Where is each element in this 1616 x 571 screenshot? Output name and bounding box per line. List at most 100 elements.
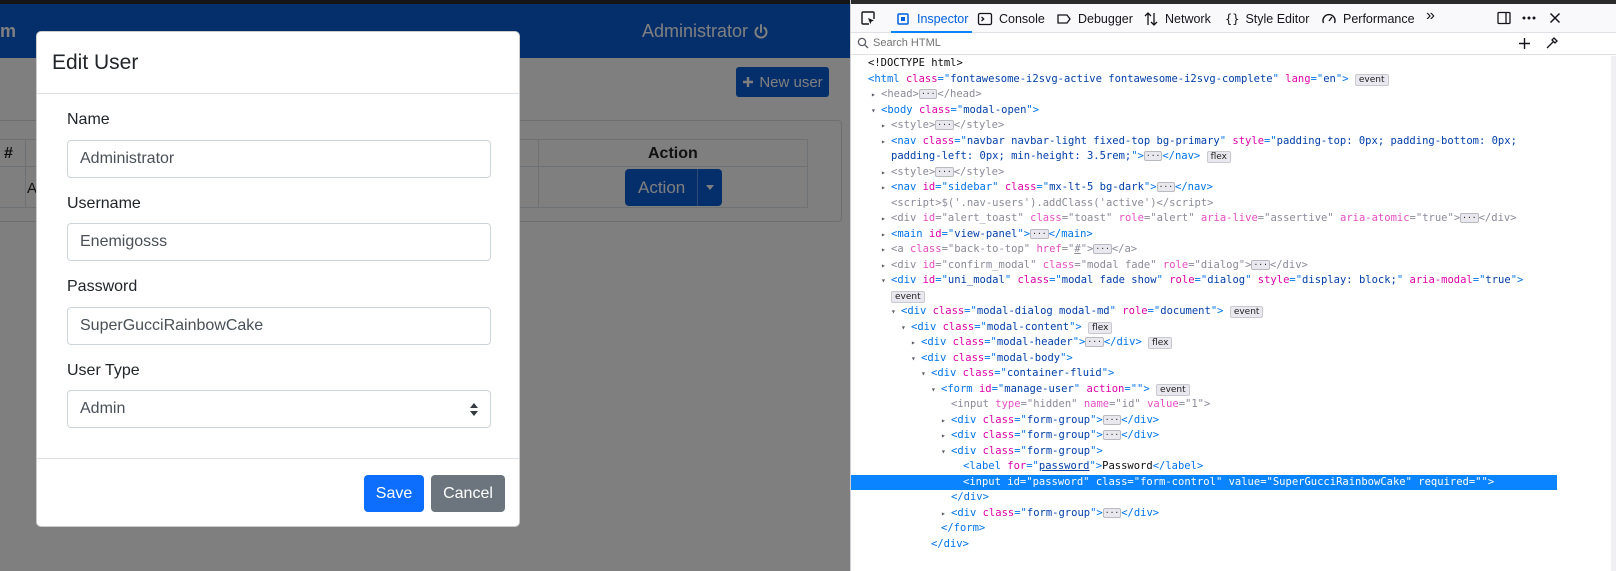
tree-node-style[interactable]: ▸ <style> ··· </style> bbox=[851, 118, 1557, 134]
tree-node-nav[interactable]: ▸ <nav class="navbar navbar-light fixed-t… bbox=[851, 134, 1557, 150]
collapsed-content-icon[interactable]: ··· bbox=[918, 89, 938, 99]
dock-toggle-icon[interactable] bbox=[1496, 10, 1512, 26]
tab-inspector[interactable]: Inspector bbox=[891, 4, 973, 33]
tree-node-body[interactable]: ▾ <body class="modal-open"> bbox=[851, 103, 1557, 119]
collapsed-content-icon[interactable]: ··· bbox=[935, 120, 954, 130]
html-search-bar[interactable]: Search HTML bbox=[851, 33, 1616, 55]
user-type-select[interactable]: Admin bbox=[67, 390, 491, 428]
collapsed-content-icon[interactable]: ··· bbox=[1251, 259, 1270, 270]
expand-arrow-icon[interactable]: ▸ bbox=[941, 413, 951, 428]
tree-node-doctype[interactable]: <!DOCTYPE html> bbox=[851, 56, 1557, 72]
collapse-arrow-icon[interactable]: ▾ bbox=[931, 382, 941, 397]
collapse-arrow-icon[interactable]: ▾ bbox=[901, 320, 911, 335]
tree-node-uni-modal[interactable]: ▾ <div id="uni_modal" class="modal fade s… bbox=[851, 273, 1557, 289]
tree-node-modal-body[interactable]: ▾ <div class="modal-body"> bbox=[851, 351, 1557, 367]
more-tabs-icon[interactable]: » bbox=[1426, 8, 1442, 25]
tree-node-close-form[interactable]: </form> bbox=[851, 521, 1557, 537]
password-label: Password bbox=[67, 278, 138, 295]
collapse-arrow-icon[interactable]: ▾ bbox=[941, 444, 951, 459]
collapse-arrow-icon[interactable]: ▾ bbox=[891, 304, 901, 319]
label-text: Password bbox=[1102, 460, 1153, 472]
tree-node-confirm-modal[interactable]: ▸ <div id="confirm_modal" class="modal fa… bbox=[851, 258, 1557, 274]
tab-network[interactable]: Network bbox=[1143, 4, 1211, 33]
tree-node-form-group[interactable]: ▸ <div class="form-group"> ··· </div> bbox=[851, 428, 1557, 444]
collapsed-content-icon[interactable]: ··· bbox=[1143, 151, 1163, 161]
collapsed-content-icon[interactable]: ··· bbox=[1085, 337, 1104, 347]
tab-performance[interactable]: Performance bbox=[1321, 4, 1415, 33]
collapse-arrow-icon[interactable]: ▾ bbox=[921, 366, 931, 381]
attr-value: true bbox=[1422, 212, 1448, 224]
name-input[interactable]: Administrator bbox=[67, 140, 491, 178]
save-label: Save bbox=[375, 484, 413, 502]
collapse-arrow-icon[interactable]: ▾ bbox=[911, 351, 921, 366]
collapsed-content-icon[interactable]: ··· bbox=[1102, 414, 1122, 425]
tree-node-html[interactable]: <html class="fontawesome-i2svg-active fo… bbox=[851, 72, 1557, 88]
flex-badge[interactable]: flex bbox=[1148, 337, 1173, 349]
event-badge[interactable]: event bbox=[1354, 73, 1389, 86]
tree-node-container[interactable]: ▾ <div class="container-fluid"> bbox=[851, 366, 1557, 382]
tree-node-form-group[interactable]: ▸ <div class="form-group"> ··· </div> bbox=[851, 413, 1557, 429]
eyedropper-icon[interactable] bbox=[1545, 36, 1559, 50]
tree-node-label[interactable]: <label for="password">Password</label> bbox=[851, 459, 1557, 475]
options-menu-icon[interactable] bbox=[1521, 10, 1537, 26]
tree-node-close-div[interactable]: </div> bbox=[851, 537, 1557, 553]
attr-value: confirm_modal bbox=[947, 258, 1031, 271]
tree-node-script[interactable]: <script>$('.nav-users').addClass('active… bbox=[851, 196, 1557, 212]
flex-badge[interactable]: flex bbox=[1206, 151, 1231, 163]
tree-node-back-to-top[interactable]: ▸ <a class="back-to-top" href="#"> ··· </a> bbox=[851, 242, 1557, 258]
username-input[interactable]: Enemigosss bbox=[67, 223, 491, 261]
doctype-text: <!DOCTYPE html> bbox=[868, 57, 963, 69]
tree-node-hidden-input[interactable]: <input type="hidden" name="id" value="1"… bbox=[851, 397, 1557, 413]
tree-node-modal-header[interactable]: ▸ <div class="modal-header"> ··· </div> fle… bbox=[851, 335, 1557, 351]
collapsed-content-icon[interactable]: ··· bbox=[935, 166, 954, 177]
tab-style-editor[interactable]: {} Style Editor bbox=[1225, 4, 1309, 33]
add-node-icon[interactable] bbox=[1518, 37, 1531, 50]
expand-arrow-icon[interactable]: ▸ bbox=[881, 180, 891, 195]
tree-scrollbar[interactable] bbox=[1611, 56, 1616, 571]
tree-node-style[interactable]: ▸ <style> ··· </style> bbox=[851, 165, 1557, 181]
expand-arrow-icon[interactable]: ▸ bbox=[881, 227, 891, 242]
tree-node-modal-content[interactable]: ▾ <div class="modal-content"> flex bbox=[851, 320, 1557, 336]
save-button[interactable]: Save bbox=[364, 475, 424, 512]
tree-node-form-group[interactable]: ▸ <div class="form-group"> ··· </div> bbox=[851, 506, 1557, 522]
expand-arrow-icon[interactable]: ▸ bbox=[881, 134, 891, 149]
tree-node-modal-dialog[interactable]: ▾ <div class="modal-dialog modal-md" role… bbox=[851, 304, 1557, 320]
expand-arrow-icon[interactable]: ▸ bbox=[881, 258, 891, 273]
expand-arrow-icon[interactable]: ▸ bbox=[881, 118, 891, 133]
event-badge[interactable]: event bbox=[1156, 383, 1190, 396]
expand-arrow-icon[interactable]: ▸ bbox=[911, 335, 921, 350]
collapsed-content-icon[interactable]: ··· bbox=[1460, 213, 1479, 223]
flex-badge[interactable]: flex bbox=[1088, 321, 1113, 334]
password-input[interactable]: SuperGucciRainbowCake bbox=[67, 307, 491, 345]
tree-node-main[interactable]: ▸ <main id="view-panel"> ··· </main> bbox=[851, 227, 1557, 243]
expand-arrow-icon[interactable]: ▸ bbox=[871, 87, 881, 102]
collapsed-content-icon[interactable]: ··· bbox=[1156, 182, 1176, 192]
cancel-button[interactable]: Cancel bbox=[431, 475, 505, 512]
collapse-arrow-icon[interactable]: ▾ bbox=[871, 103, 881, 118]
tree-node-sidebar[interactable]: ▸ <nav id="sidebar" class="mx-lt-5 bg-dar… bbox=[851, 180, 1557, 196]
tab-debugger-label: Debugger bbox=[1078, 11, 1133, 26]
expand-arrow-icon[interactable]: ▸ bbox=[881, 242, 891, 257]
tree-node-form[interactable]: ▾ <form id="manage-user" action=""> event bbox=[851, 382, 1557, 398]
tab-debugger[interactable]: Debugger bbox=[1056, 4, 1133, 33]
collapsed-content-icon[interactable]: ··· bbox=[1102, 430, 1122, 440]
expand-arrow-icon[interactable]: ▸ bbox=[941, 506, 951, 521]
attr-value[interactable]: password bbox=[1039, 460, 1090, 472]
expand-arrow-icon[interactable]: ▸ bbox=[941, 428, 951, 443]
tree-node-head[interactable]: ▸ <head> ··· </head> bbox=[851, 87, 1557, 103]
event-badge[interactable]: event bbox=[1229, 306, 1264, 318]
tree-node-form-group-open[interactable]: ▾ <div class="form-group"> bbox=[851, 444, 1557, 460]
expand-arrow-icon[interactable]: ▸ bbox=[881, 165, 891, 180]
tab-console[interactable]: Console bbox=[977, 4, 1045, 33]
element-picker-icon[interactable] bbox=[860, 10, 876, 26]
tree-node-toast[interactable]: ▸ <div id="alert_toast" class="toast" rol… bbox=[851, 211, 1557, 227]
tree-node-close-div[interactable]: </div> bbox=[851, 490, 1557, 506]
tree-node-password-input-selected[interactable]: <input id="password" class="form-control… bbox=[851, 474, 1557, 490]
collapsed-content-icon[interactable]: ··· bbox=[1030, 228, 1049, 239]
event-badge[interactable]: event bbox=[891, 290, 925, 303]
collapse-arrow-icon[interactable]: ▾ bbox=[881, 273, 891, 288]
collapsed-content-icon[interactable]: ··· bbox=[1093, 244, 1112, 254]
expand-arrow-icon[interactable]: ▸ bbox=[881, 211, 891, 226]
close-icon[interactable] bbox=[1547, 10, 1563, 26]
collapsed-content-icon[interactable]: ··· bbox=[1102, 507, 1122, 518]
